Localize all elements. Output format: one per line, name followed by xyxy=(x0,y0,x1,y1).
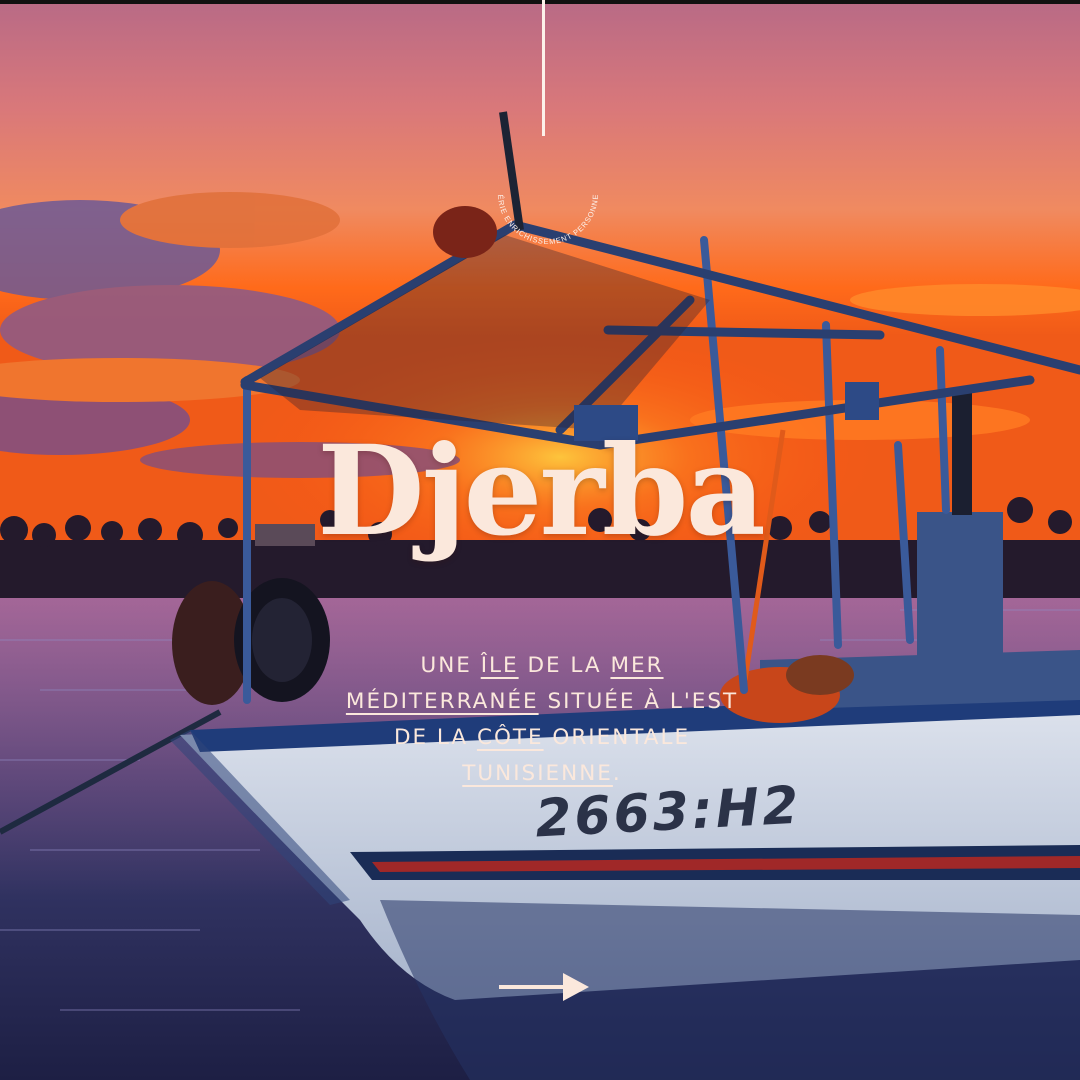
subtitle-text: DE LA xyxy=(518,653,611,678)
series-label: SÉRIE ENRICHISSEMENT PERSONNEL xyxy=(470,170,600,246)
top-border xyxy=(0,0,1080,4)
subtitle-keyword: MER xyxy=(610,653,664,678)
subtitle: UNE ÎLE DE LA MER MÉDITERRANÉE SITUÉE À … xyxy=(330,648,754,792)
slide: 2663:H2 ÉRIE ENRICHISSEMENT PERSONNE Dje… xyxy=(0,0,1080,1080)
subtitle-text: UNE xyxy=(420,653,481,678)
subtitle-text: ORIENTALE xyxy=(543,725,691,750)
subtitle-keyword: CÔTE xyxy=(476,725,544,750)
arrow-right-icon[interactable] xyxy=(497,970,591,1004)
subtitle-keyword: MÉDITERRANÉE xyxy=(345,689,539,714)
subtitle-keyword: TUNISIENNE xyxy=(462,761,613,786)
subtitle-text: . xyxy=(612,761,622,786)
subtitle-keyword: ÎLE xyxy=(480,653,519,678)
page-title: Djerba xyxy=(317,419,766,564)
svg-text:SÉRIE ENRICHISSEMENT PERSONNEL: SÉRIE ENRICHISSEMENT PERSONNEL xyxy=(470,170,600,246)
top-divider-line xyxy=(542,0,545,136)
